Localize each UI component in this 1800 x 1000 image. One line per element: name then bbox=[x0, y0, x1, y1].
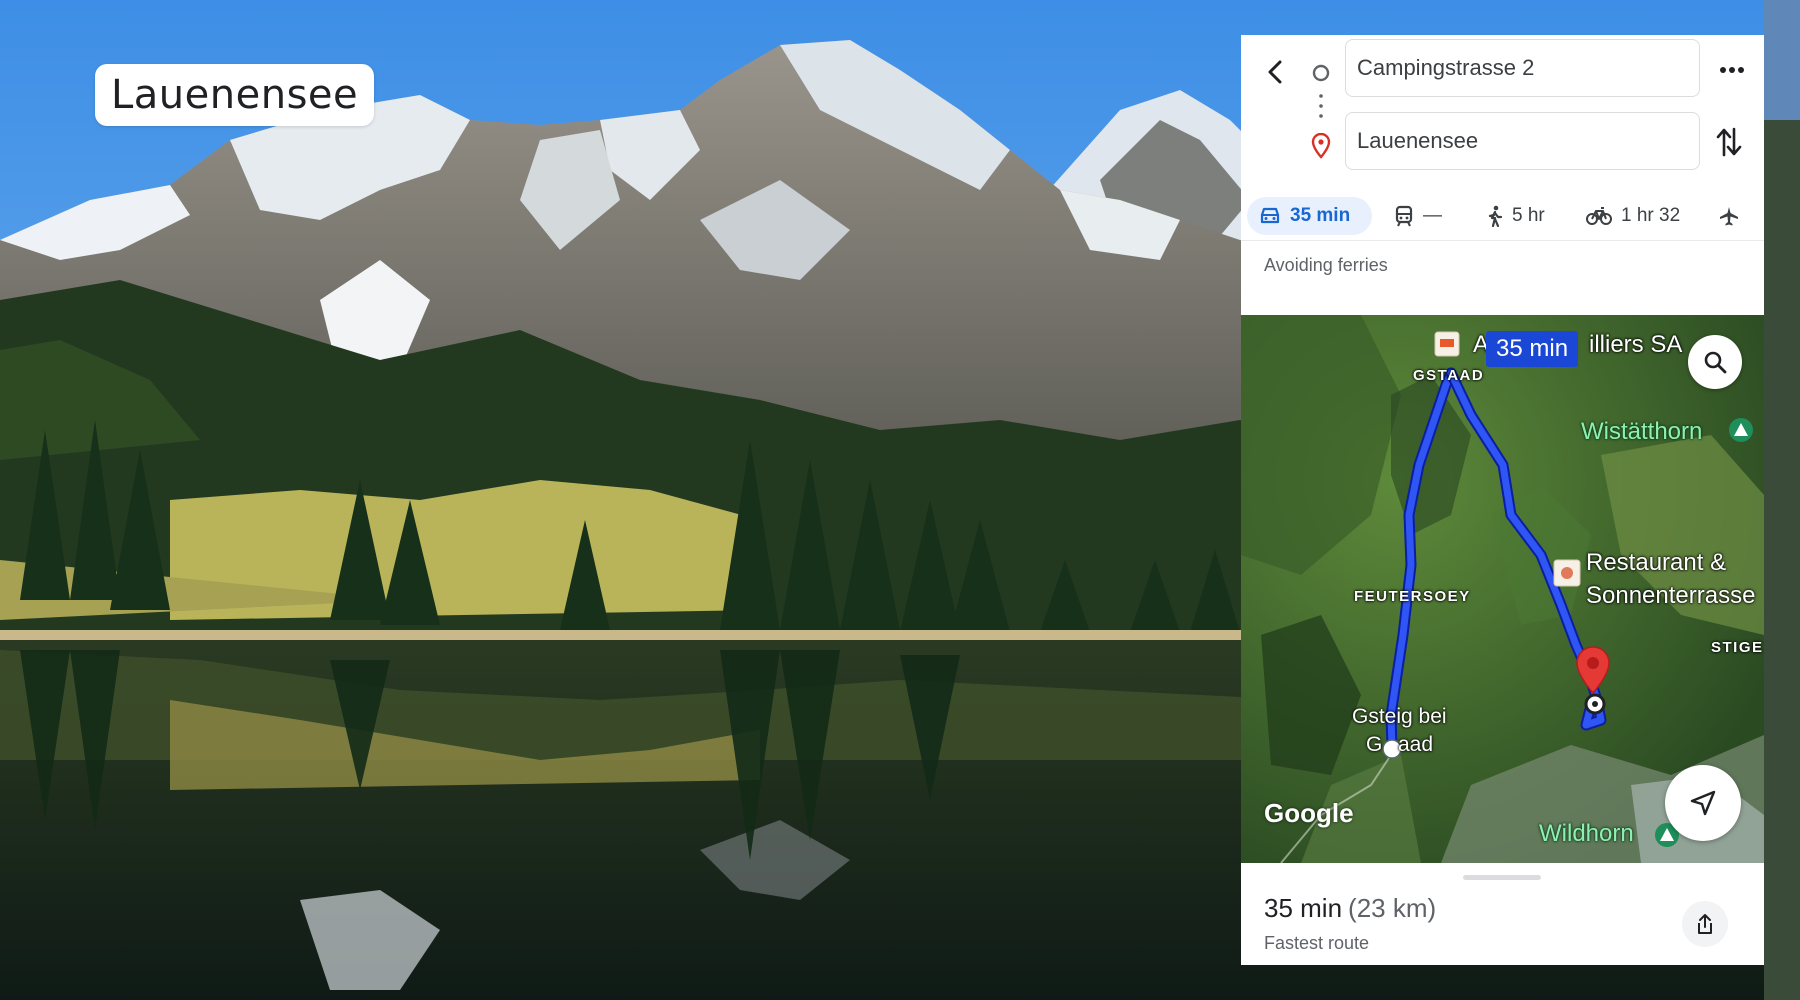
train-icon bbox=[1395, 205, 1413, 227]
map-label-gstaad: GSTAAD bbox=[1413, 367, 1485, 384]
share-route-button[interactable] bbox=[1682, 901, 1728, 947]
map-label-gsteig-line1: Gsteig bei bbox=[1352, 705, 1447, 728]
map-search-button[interactable] bbox=[1688, 335, 1742, 389]
origin-circle-icon bbox=[1312, 64, 1330, 82]
more-horizontal-icon bbox=[1720, 67, 1744, 73]
car-icon bbox=[1260, 207, 1280, 224]
destination-pin-icon bbox=[1311, 133, 1331, 159]
destination-marker-icon bbox=[1576, 646, 1610, 695]
map-label-wistatthorn: Wistätthorn bbox=[1581, 418, 1703, 445]
bike-icon bbox=[1586, 207, 1612, 225]
route-duration-badge[interactable]: 35 min bbox=[1486, 331, 1579, 367]
directions-header: Campingstrasse 2 Lauenensee 35 min — 5 h… bbox=[1241, 35, 1764, 240]
sheet-drag-handle[interactable] bbox=[1463, 875, 1541, 880]
mode-tab-walking[interactable]: 5 hr bbox=[1487, 197, 1545, 235]
route-options-note: Avoiding ferries bbox=[1241, 240, 1764, 288]
map-label-wildhorn: Wildhorn bbox=[1539, 820, 1634, 847]
swap-arrows-icon bbox=[1716, 127, 1742, 157]
mode-tab-flights[interactable] bbox=[1718, 197, 1749, 235]
route-description: Fastest route bbox=[1264, 933, 1370, 953]
walk-icon bbox=[1488, 205, 1503, 227]
mode-tab-cycling[interactable]: 1 hr 32 bbox=[1586, 197, 1680, 235]
mode-tab-transit[interactable]: — bbox=[1394, 197, 1442, 235]
plane-icon bbox=[1720, 207, 1738, 226]
share-icon bbox=[1698, 914, 1712, 934]
route-duration: 35 min bbox=[1264, 893, 1343, 923]
route-summary: 35 min (23 km) bbox=[1264, 893, 1436, 924]
google-attribution-logo: Google bbox=[1264, 798, 1354, 828]
route-dots-icon bbox=[1319, 94, 1323, 118]
mode-cycling-time: 1 hr 32 bbox=[1621, 205, 1681, 226]
travel-mode-tabs: 35 min — 5 hr 1 hr 32 bbox=[1241, 193, 1764, 239]
destination-input[interactable]: Lauenensee bbox=[1345, 112, 1700, 170]
map-label-poi-right: illiers SA bbox=[1589, 331, 1683, 358]
route-summary-sheet[interactable]: 35 min (23 km) Fastest route bbox=[1241, 863, 1764, 965]
directions-panel: Campingstrasse 2 Lauenensee 35 min — 5 h… bbox=[1241, 35, 1764, 965]
navigation-arrow-icon bbox=[1690, 790, 1716, 816]
mode-walking-time: 5 hr bbox=[1512, 205, 1545, 226]
map-label-restaurant-line2: Sonnenterrasse bbox=[1586, 582, 1756, 609]
origin-input[interactable]: Campingstrasse 2 bbox=[1345, 39, 1700, 97]
mode-transit-time: — bbox=[1423, 205, 1442, 226]
map-label-feutersoey: FEUTERSOEY bbox=[1354, 588, 1471, 605]
map-label-gsteig-line2-left: G bbox=[1366, 733, 1383, 756]
mode-tab-driving[interactable]: 35 min bbox=[1247, 197, 1372, 235]
chevron-left-icon bbox=[1268, 60, 1282, 84]
route-distance: (23 km) bbox=[1348, 893, 1437, 923]
swap-locations-button[interactable] bbox=[1713, 125, 1745, 159]
back-button[interactable] bbox=[1259, 55, 1293, 89]
more-options-button[interactable] bbox=[1715, 59, 1749, 81]
map-label-stige: STIGE bbox=[1711, 639, 1764, 656]
mode-driving-time: 35 min bbox=[1290, 205, 1351, 226]
place-title-label: Lauenensee bbox=[95, 64, 375, 126]
search-icon bbox=[1704, 351, 1727, 374]
map-label-gsteig-line2-right: aad bbox=[1398, 733, 1434, 756]
recenter-navigation-button[interactable] bbox=[1665, 765, 1741, 841]
map-label-restaurant-line1: Restaurant & bbox=[1586, 549, 1727, 576]
